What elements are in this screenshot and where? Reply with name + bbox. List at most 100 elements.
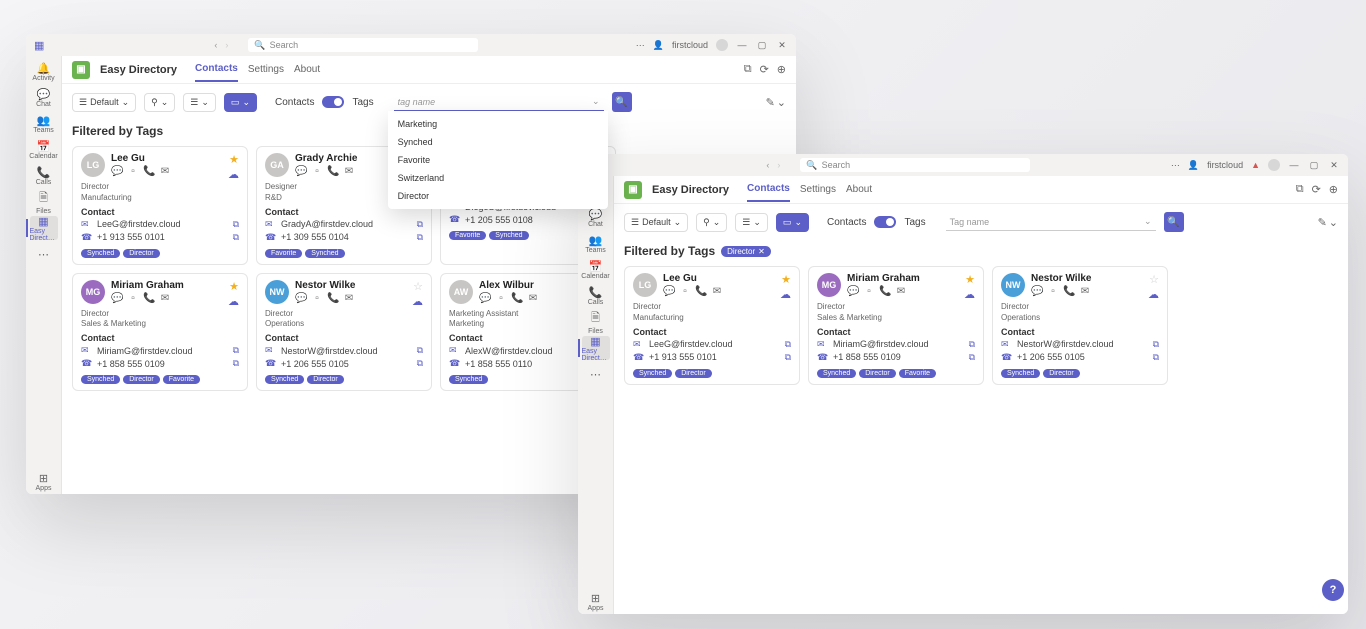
nav-chat[interactable]: 💬Chat — [582, 206, 610, 230]
nav-teams[interactable]: 👥Teams — [582, 232, 610, 256]
chat-icon[interactable]: 💬 — [1031, 286, 1043, 297]
copy-icon[interactable]: ⧉ — [785, 339, 791, 350]
forward-button[interactable]: › — [777, 160, 780, 170]
star-icon[interactable]: ★ — [965, 273, 975, 286]
dropdown-item-director[interactable]: Director — [388, 187, 608, 205]
maximize-button[interactable]: ▢ — [1308, 159, 1320, 171]
tag-chip[interactable]: Synched — [81, 249, 120, 258]
maximize-button[interactable]: ▢ — [756, 39, 768, 51]
mail-icon[interactable]: ✉ — [711, 286, 723, 297]
tag-chip[interactable]: Favorite — [899, 369, 936, 378]
tag-chip[interactable]: Director — [859, 369, 896, 378]
tag-chip[interactable]: Favorite — [449, 231, 486, 240]
people-icon[interactable]: 👤 — [653, 40, 664, 51]
call-icon[interactable]: 📞 — [143, 293, 155, 304]
search-box[interactable]: 🔍 Search — [248, 38, 478, 52]
copy-icon[interactable]: ⧉ — [1153, 339, 1159, 350]
call-icon[interactable]: 📞 — [1063, 286, 1075, 297]
refresh-icon[interactable]: ⟳ — [760, 63, 769, 76]
mail-icon[interactable]: ✉ — [1079, 286, 1091, 297]
star-icon[interactable]: ★ — [781, 273, 791, 286]
sync-icon[interactable]: ☁ — [964, 288, 975, 301]
chat-icon[interactable]: 💬 — [479, 293, 491, 304]
copy-icon[interactable]: ⧉ — [969, 352, 975, 363]
minimize-button[interactable]: — — [736, 39, 748, 51]
nav-easy-directory[interactable]: ▦Easy Direct… — [582, 336, 610, 360]
tag-chip[interactable]: Synched — [265, 375, 304, 384]
refresh-icon[interactable]: ⟳ — [1312, 183, 1321, 196]
tab-contacts[interactable]: Contacts — [747, 177, 790, 202]
video-icon[interactable]: ▫ — [1047, 286, 1059, 297]
minimize-button[interactable]: — — [1288, 159, 1300, 171]
back-button[interactable]: ‹ — [766, 160, 769, 170]
tag-chip[interactable]: Synched — [449, 375, 488, 384]
video-icon[interactable]: ▫ — [679, 286, 691, 297]
nav-apps[interactable]: ⊞Apps — [30, 470, 58, 494]
chat-icon[interactable]: 💬 — [111, 293, 123, 304]
call-icon[interactable]: 📞 — [327, 293, 339, 304]
dropdown-item-synched[interactable]: Synched — [388, 133, 608, 151]
video-icon[interactable]: ▫ — [863, 286, 875, 297]
nav-calendar[interactable]: 📅Calendar — [582, 258, 610, 282]
mail-icon[interactable]: ✉ — [159, 166, 171, 177]
call-icon[interactable]: 📞 — [879, 286, 891, 297]
tag-chip[interactable]: Director — [123, 249, 160, 258]
copy-icon[interactable]: ⧉ — [969, 339, 975, 350]
avatar-icon[interactable] — [716, 39, 728, 51]
tag-chip[interactable]: Synched — [81, 375, 120, 384]
list-button[interactable]: ☰⌄ — [183, 93, 216, 112]
default-dropdown[interactable]: ☰Default⌄ — [72, 93, 136, 112]
contacts-tags-toggle[interactable] — [322, 96, 344, 108]
card-button[interactable]: ▭⌄ — [776, 213, 809, 232]
nav-easy-directory[interactable]: ▦Easy Direct… — [30, 216, 58, 240]
copy-icon[interactable]: ⧉ — [785, 352, 791, 363]
tag-chip[interactable]: Synched — [817, 369, 856, 378]
copy-icon[interactable]: ⧉ — [233, 358, 239, 369]
video-icon[interactable]: ▫ — [127, 293, 139, 304]
avatar-icon[interactable] — [1268, 159, 1280, 171]
tag-chip[interactable]: Favorite — [265, 249, 302, 258]
video-icon[interactable]: ▫ — [127, 166, 139, 177]
call-icon[interactable]: 📞 — [143, 166, 155, 177]
tab-settings[interactable]: Settings — [248, 58, 284, 81]
close-button[interactable]: ✕ — [776, 39, 788, 51]
edit-button[interactable]: ✎⌄ — [1318, 216, 1338, 229]
popout-icon[interactable]: ⧉ — [744, 63, 752, 76]
list-button[interactable]: ☰⌄ — [735, 213, 768, 232]
star-icon[interactable]: ★ — [229, 153, 239, 166]
mail-icon[interactable]: ✉ — [159, 293, 171, 304]
tag-input[interactable]: Tag name ⌄ — [946, 213, 1156, 231]
dropdown-item-switzerland[interactable]: Switzerland — [388, 169, 608, 187]
nav-more[interactable]: ⋯ — [30, 242, 58, 266]
tab-about[interactable]: About — [294, 58, 320, 81]
tab-settings[interactable]: Settings — [800, 178, 836, 201]
tag-chip[interactable]: Director — [675, 369, 712, 378]
copy-icon[interactable]: ⧉ — [417, 345, 423, 356]
nav-activity[interactable]: 🔔Activity — [30, 60, 58, 84]
search-button[interactable]: 🔍 — [612, 92, 632, 112]
tag-chip[interactable]: Synched — [1001, 369, 1040, 378]
tab-contacts[interactable]: Contacts — [195, 57, 238, 82]
help-button[interactable]: ? — [1322, 579, 1344, 601]
dropdown-item-favorite[interactable]: Favorite — [388, 151, 608, 169]
tag-chip[interactable]: Director — [307, 375, 344, 384]
nav-calls[interactable]: 📞Calls — [30, 164, 58, 188]
more-icon[interactable]: ⋯ — [636, 40, 645, 51]
copy-icon[interactable]: ⧉ — [417, 219, 423, 230]
chat-icon[interactable]: 💬 — [295, 166, 307, 177]
filter-button[interactable]: ⚲⌄ — [696, 213, 727, 232]
video-icon[interactable]: ▫ — [495, 293, 507, 304]
close-button[interactable]: ✕ — [1328, 159, 1340, 171]
nav-files[interactable]: 🗎Files — [30, 190, 58, 214]
video-icon[interactable]: ▫ — [311, 293, 323, 304]
tag-chip[interactable]: Director — [123, 375, 160, 384]
nav-files[interactable]: 🗎Files — [582, 310, 610, 334]
add-icon[interactable]: ⊕ — [1329, 183, 1338, 196]
star-icon[interactable]: ☆ — [1149, 273, 1159, 286]
popout-icon[interactable]: ⧉ — [1296, 183, 1304, 196]
star-icon[interactable]: ☆ — [413, 280, 423, 293]
tag-chip[interactable]: Synched — [633, 369, 672, 378]
tag-chip[interactable]: Director — [1043, 369, 1080, 378]
sync-icon[interactable]: ☁ — [228, 295, 239, 308]
sync-icon[interactable]: ☁ — [1148, 288, 1159, 301]
